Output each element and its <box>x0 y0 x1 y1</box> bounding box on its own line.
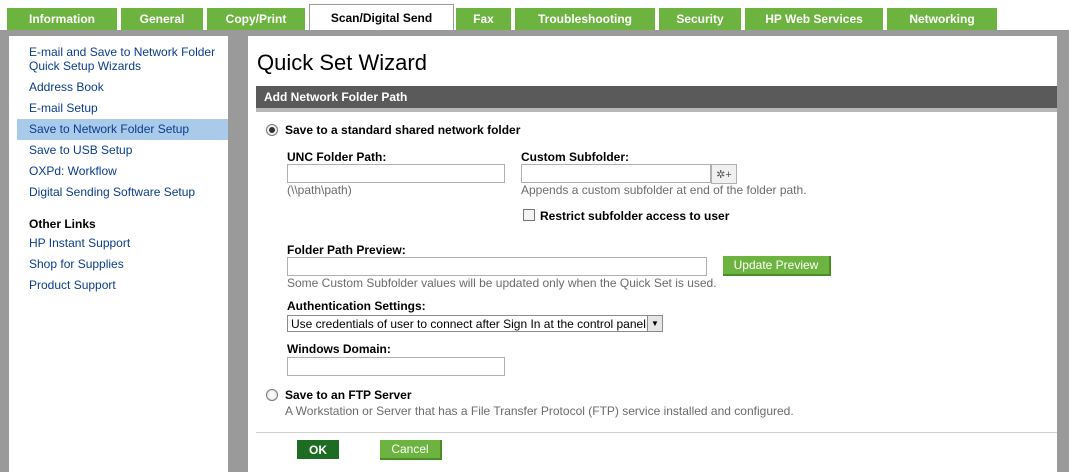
standard-folder-label: Save to a standard shared network folder <box>285 123 521 137</box>
frame-right <box>1057 30 1069 472</box>
folder-path-preview-hint: Some Custom Subfolder values will be upd… <box>287 276 717 290</box>
ftp-server-label: Save to an FTP Server <box>285 388 412 402</box>
section-header: Add Network Folder Path <box>256 86 1057 108</box>
update-preview-button[interactable]: Update Preview <box>723 256 831 276</box>
gear-plus-icon[interactable]: ✲+ <box>711 164 737 184</box>
tab-general[interactable]: General <box>121 8 205 30</box>
folder-path-preview-label: Folder Path Preview: <box>287 243 406 257</box>
link-hp-instant-support[interactable]: HP Instant Support <box>17 233 228 254</box>
folder-path-preview-input[interactable] <box>287 257 707 276</box>
unc-folder-path-input[interactable] <box>287 164 505 183</box>
ftp-server-radio[interactable] <box>266 389 278 401</box>
windows-domain-input[interactable] <box>287 357 505 376</box>
ftp-server-description: A Workstation or Server that has a File … <box>285 404 794 418</box>
cancel-button[interactable]: Cancel <box>380 440 442 460</box>
sidebar-item-oxpd-workflow[interactable]: OXPd: Workflow <box>17 161 228 182</box>
authentication-settings-value: Use credentials of user to connect after… <box>291 317 646 331</box>
tab-security[interactable]: Security <box>659 8 743 30</box>
tab-information[interactable]: Information <box>7 8 119 30</box>
footer-divider <box>256 432 1057 433</box>
ok-button[interactable]: OK <box>297 440 339 459</box>
other-links-heading: Other Links <box>29 217 96 231</box>
frame-divider <box>228 30 248 472</box>
top-tab-bar: Information General Copy/Print Scan/Digi… <box>0 0 1069 30</box>
sidebar-item-address-book[interactable]: Address Book <box>17 77 228 98</box>
tab-scan-digital-send[interactable]: Scan/Digital Send <box>309 4 454 30</box>
unc-folder-path-hint: (\\path\path) <box>287 183 352 197</box>
chevron-down-icon[interactable]: ▼ <box>647 316 662 331</box>
standard-folder-radio[interactable] <box>266 124 278 136</box>
restrict-subfolder-checkbox[interactable] <box>523 209 535 221</box>
custom-subfolder-input[interactable] <box>521 164 711 183</box>
section-header-underline <box>256 108 1057 112</box>
sidebar-item-save-to-network-folder[interactable]: Save to Network Folder Setup <box>17 119 228 140</box>
frame-left <box>0 30 9 472</box>
custom-subfolder-hint: Appends a custom subfolder at end of the… <box>521 183 807 197</box>
sidebar: E-mail and Save to Network Folder Quick … <box>17 42 228 296</box>
main-panel: Quick Set Wizard Add Network Folder Path… <box>248 36 1057 472</box>
page-title: Quick Set Wizard <box>257 50 427 75</box>
custom-subfolder-label: Custom Subfolder: <box>521 150 629 164</box>
link-product-support[interactable]: Product Support <box>17 275 228 296</box>
tab-troubleshooting[interactable]: Troubleshooting <box>515 8 657 30</box>
sidebar-item-email-setup[interactable]: E-mail Setup <box>17 98 228 119</box>
sidebar-item-digital-sending-software[interactable]: Digital Sending Software Setup <box>17 182 228 203</box>
windows-domain-label: Windows Domain: <box>287 342 391 356</box>
sidebar-item-quick-setup-wizards[interactable]: E-mail and Save to Network Folder Quick … <box>17 42 228 77</box>
authentication-settings-select[interactable]: Use credentials of user to connect after… <box>287 315 663 332</box>
tab-hp-web-services[interactable]: HP Web Services <box>745 8 885 30</box>
tab-copy-print[interactable]: Copy/Print <box>207 8 307 30</box>
tab-networking[interactable]: Networking <box>887 8 999 30</box>
tab-fax[interactable]: Fax <box>456 8 513 30</box>
authentication-settings-label: Authentication Settings: <box>287 299 426 313</box>
sidebar-item-save-to-usb[interactable]: Save to USB Setup <box>17 140 228 161</box>
link-shop-for-supplies[interactable]: Shop for Supplies <box>17 254 228 275</box>
unc-folder-path-label: UNC Folder Path: <box>287 150 387 164</box>
restrict-subfolder-label: Restrict subfolder access to user <box>540 209 730 223</box>
